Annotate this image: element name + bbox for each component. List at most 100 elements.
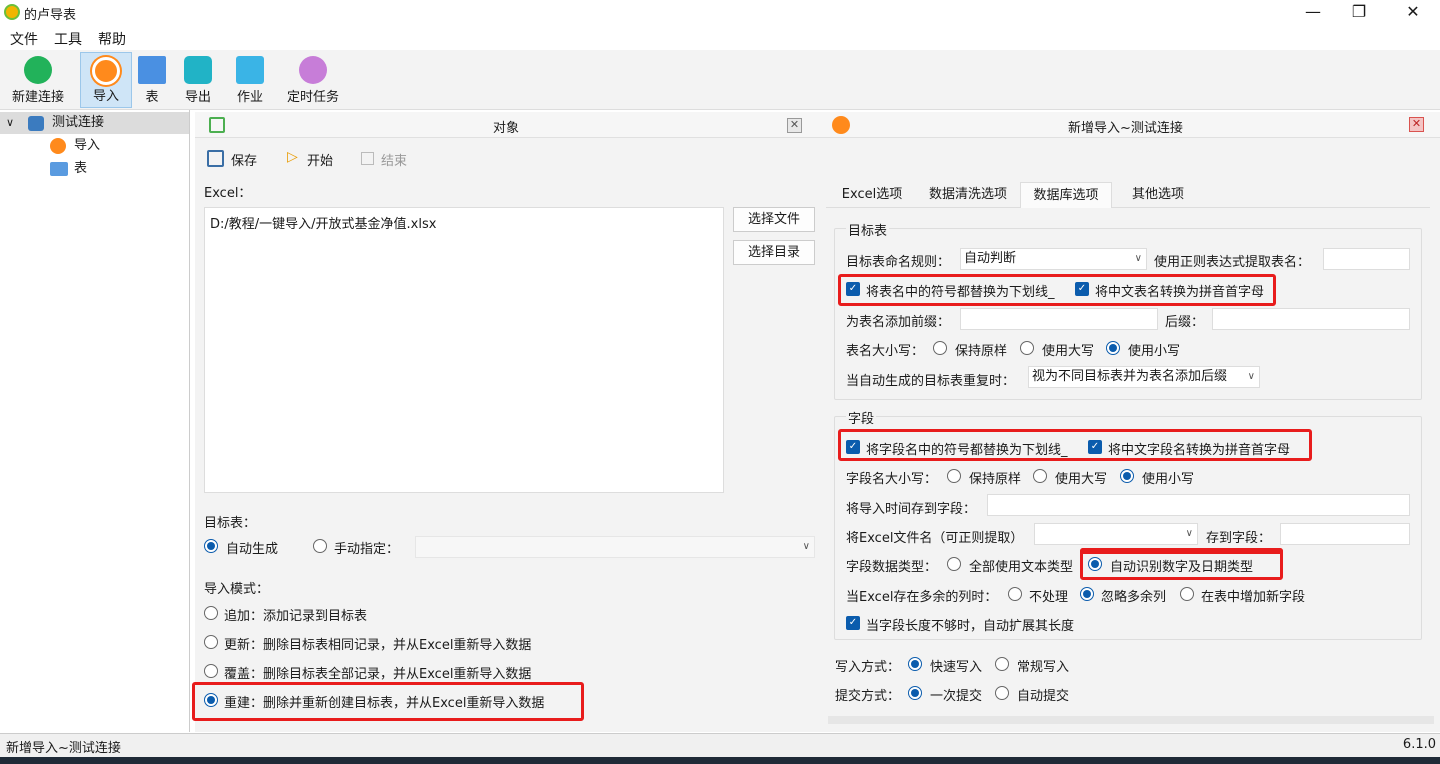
start-button[interactable]: ▷ 开始 <box>287 148 339 170</box>
maximize-button[interactable]: ❐ <box>1336 0 1382 26</box>
extra-skip-label[interactable]: 忽略多余列 <box>1101 586 1166 605</box>
store-field-input[interactable] <box>1280 523 1410 545</box>
table-button[interactable]: 表 <box>134 52 170 108</box>
write-fast-radio[interactable] <box>908 657 922 671</box>
close-panel-button[interactable]: ✕ <box>787 118 802 133</box>
mode-update-label[interactable]: 更新：删除目标表相同记录，并从Excel重新导入数据 <box>224 634 531 653</box>
menu-bar: 文件 工具 帮助 <box>0 26 1440 50</box>
field-case-upper-label[interactable]: 使用大写 <box>1055 468 1107 487</box>
target-auto-radio[interactable] <box>204 539 218 553</box>
field-case-keep-label[interactable]: 保持原样 <box>969 468 1021 487</box>
toolbar: 新建连接 导入 表 导出 作业 定时任务 <box>0 50 1440 110</box>
table-case-lower-label[interactable]: 使用小写 <box>1128 340 1180 359</box>
table-case-keep-label[interactable]: 保持原样 <box>955 340 1007 359</box>
menu-help[interactable]: 帮助 <box>98 29 126 49</box>
write-normal-label[interactable]: 常规写入 <box>1017 656 1069 675</box>
choose-directory-button[interactable]: 选择目录 <box>733 240 815 265</box>
import-time-label: 将导入时间存到字段： <box>846 502 977 517</box>
tree-root-connection[interactable]: ∨ 测试连接 <box>0 112 189 134</box>
extra-skip-radio[interactable] <box>1080 587 1094 601</box>
suffix-input[interactable] <box>1212 308 1410 330</box>
commit-once-radio[interactable] <box>908 686 922 700</box>
table-case-keep-radio[interactable] <box>933 341 947 355</box>
field-case-upper-radio[interactable] <box>1033 469 1047 483</box>
expand-length-checkbox[interactable]: ✓ <box>846 616 860 630</box>
excel-file-list[interactable]: D:/教程/一键导入/开放式基金净值.xlsx <box>204 207 724 493</box>
import-time-input[interactable] <box>987 494 1410 516</box>
write-normal-radio[interactable] <box>995 657 1009 671</box>
end-button[interactable]: 结束 <box>361 148 417 170</box>
mode-overwrite-radio[interactable] <box>204 664 218 678</box>
regex-input[interactable] <box>1323 248 1410 270</box>
target-manual-label[interactable]: 手动指定： <box>334 538 399 557</box>
tree-item-label: 表 <box>74 161 88 176</box>
target-table-select[interactable]: ∨ <box>415 536 815 558</box>
tab-other-options[interactable]: 其他选项 <box>1116 182 1200 208</box>
expand-length-label[interactable]: 当字段长度不够时，自动扩展其长度 <box>866 615 1074 634</box>
tree-item-label: 导入 <box>74 138 101 153</box>
filename-label: 将Excel文件名（可正则提取） <box>846 531 1024 546</box>
commit-auto-radio[interactable] <box>995 686 1009 700</box>
mode-append-radio[interactable] <box>204 606 218 620</box>
objects-panel: 对象 ✕ 保存 ▷ 开始 结束 Excel： D:/教程/一键导入/开放式基金净… <box>192 112 820 732</box>
extra-ignore-radio[interactable] <box>1008 587 1022 601</box>
type-text-radio[interactable] <box>947 557 961 571</box>
store-field-label: 存到字段： <box>1206 531 1272 546</box>
minimize-button[interactable]: — <box>1290 0 1336 26</box>
chevron-down-icon[interactable]: ∨ <box>6 112 14 134</box>
type-text-label[interactable]: 全部使用文本类型 <box>969 556 1073 575</box>
new-connection-button[interactable]: 新建连接 <box>6 52 70 108</box>
commit-auto-label[interactable]: 自动提交 <box>1017 685 1069 704</box>
app-logo-icon <box>4 4 20 20</box>
mode-overwrite-label[interactable]: 覆盖：删除目标表全部记录，并从Excel重新导入数据 <box>224 663 531 682</box>
mode-update-radio[interactable] <box>204 635 218 649</box>
close-window-button[interactable]: ✕ <box>1390 0 1436 26</box>
highlight-box <box>838 274 1276 306</box>
naming-rule-select[interactable]: 自动判断 ∨ <box>960 248 1147 270</box>
duplicate-select[interactable]: 视为不同目标表并为表名添加后缀 ∨ <box>1028 366 1260 388</box>
objects-panel-header: 对象 ✕ <box>195 112 820 138</box>
save-label: 保存 <box>231 154 258 169</box>
schedule-label: 定时任务 <box>286 90 339 105</box>
prefix-input[interactable] <box>960 308 1158 330</box>
table-case-upper-radio[interactable] <box>1020 341 1034 355</box>
chevron-down-icon: ∨ <box>1247 371 1255 382</box>
commit-mode-label: 提交方式： <box>835 689 901 704</box>
table-case-upper-label[interactable]: 使用大写 <box>1042 340 1094 359</box>
target-manual-radio[interactable] <box>313 539 327 553</box>
save-button[interactable]: 保存 <box>207 148 267 170</box>
table-case-lower-radio[interactable] <box>1106 341 1120 355</box>
mode-append-label[interactable]: 追加：添加记录到目标表 <box>224 605 367 624</box>
commit-once-label[interactable]: 一次提交 <box>930 685 982 704</box>
field-case-keep-radio[interactable] <box>947 469 961 483</box>
import-button[interactable]: 导入 <box>80 52 132 108</box>
target-auto-label[interactable]: 自动生成 <box>226 538 278 557</box>
horizontal-scrollbar[interactable] <box>828 716 1434 724</box>
filename-regex-select[interactable]: ∨ <box>1034 523 1198 545</box>
field-group-title: 字段 <box>846 408 877 427</box>
status-text: 新增导入~测试连接 <box>6 741 121 756</box>
play-icon: ▷ <box>287 149 298 165</box>
menu-tools[interactable]: 工具 <box>54 29 82 49</box>
tab-excel-options[interactable]: Excel选项 <box>828 182 916 208</box>
close-wizard-button[interactable]: ✕ <box>1409 117 1424 132</box>
tab-database-options[interactable]: 数据库选项 <box>1020 182 1112 208</box>
tab-data-cleaning[interactable]: 数据清洗选项 <box>918 182 1018 208</box>
extra-ignore-label[interactable]: 不处理 <box>1029 586 1068 605</box>
save-icon <box>207 150 224 167</box>
status-bar: 新增导入~测试连接 6.1.0 <box>0 733 1440 757</box>
field-case-lower-label[interactable]: 使用小写 <box>1142 468 1194 487</box>
menu-file[interactable]: 文件 <box>10 29 38 49</box>
highlight-box <box>838 429 1312 461</box>
title-bar: 的卢导表 — ❐ ✕ <box>0 0 1440 26</box>
excel-file-path[interactable]: D:/教程/一键导入/开放式基金净值.xlsx <box>210 213 436 232</box>
write-fast-label[interactable]: 快速写入 <box>930 656 982 675</box>
choose-file-button[interactable]: 选择文件 <box>733 207 815 232</box>
extra-add-field-radio[interactable] <box>1180 587 1194 601</box>
job-button[interactable]: 作业 <box>230 52 270 108</box>
chevron-down-icon: ∨ <box>1185 528 1193 539</box>
field-case-lower-radio[interactable] <box>1120 469 1134 483</box>
schedule-button[interactable]: 定时任务 <box>282 52 344 108</box>
extra-add-field-label[interactable]: 在表中增加新字段 <box>1201 586 1305 605</box>
export-button[interactable]: 导出 <box>178 52 218 108</box>
